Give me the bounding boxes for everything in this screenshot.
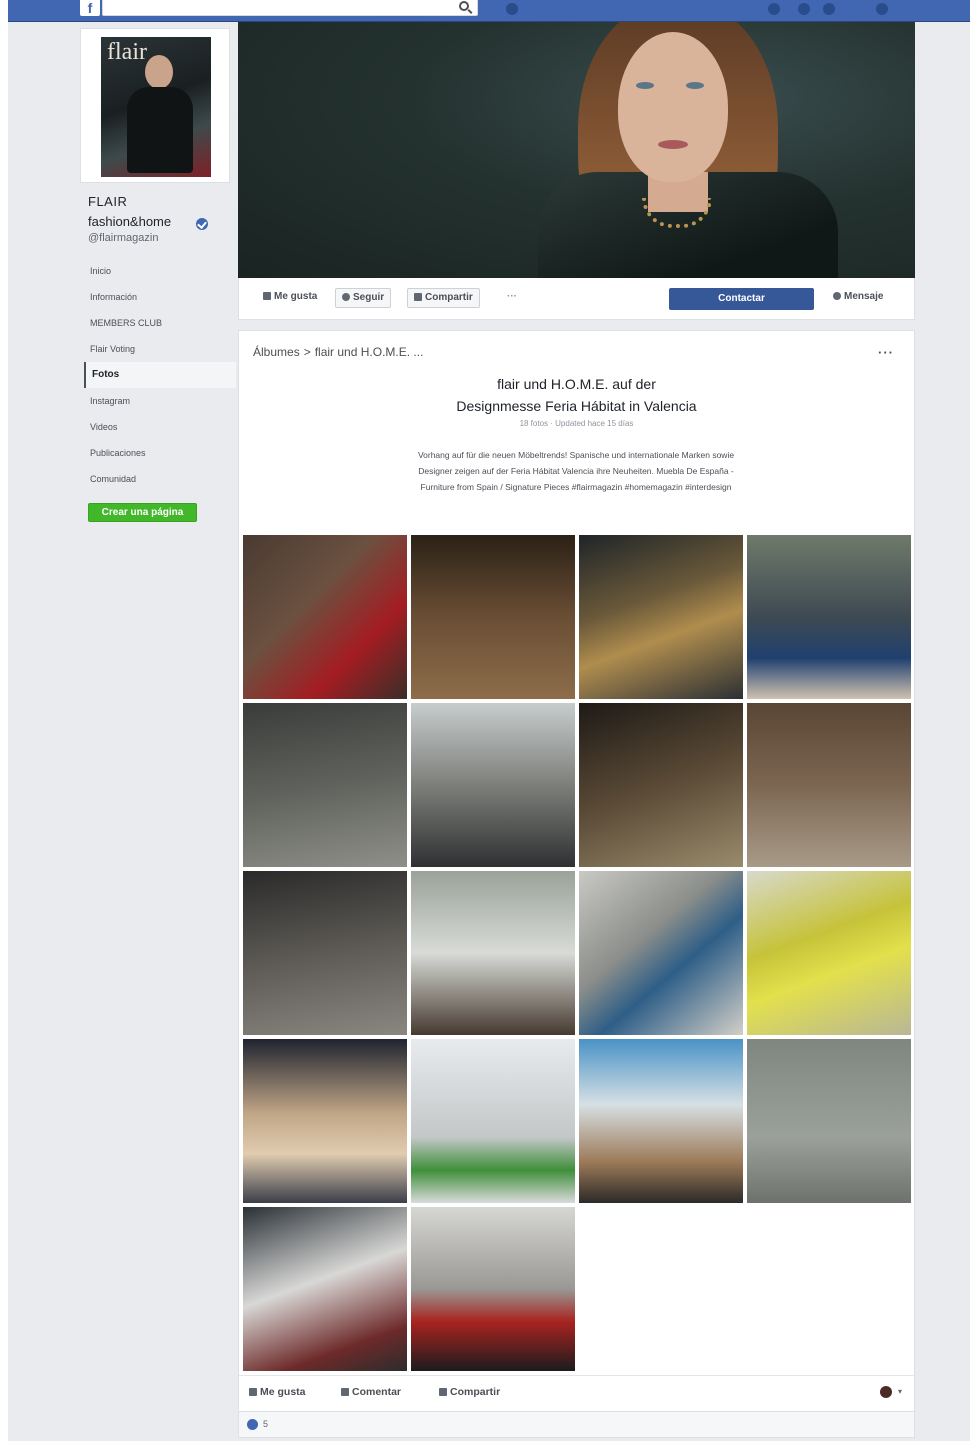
messages-icon[interactable] (798, 3, 810, 15)
album-title-line-1: flair und H.O.M.E. auf der (497, 376, 656, 392)
page-name-subtitle[interactable]: fashion&home (88, 215, 171, 229)
breadcrumb-albums-link[interactable]: Álbumes (253, 345, 300, 359)
album-description-line-1: Vorhang auf für die neuen Möbeltrends! S… (417, 450, 735, 460)
sidebar-item-instagram[interactable]: Instagram (84, 388, 236, 414)
photo-wicker-lamps[interactable] (243, 1039, 407, 1203)
photo-round-table[interactable] (411, 703, 575, 867)
footer-like-label: Me gusta (260, 1386, 306, 1398)
more-options-button[interactable]: ··· (501, 288, 523, 308)
search-icon[interactable] (459, 1, 469, 11)
photo-white-daybed[interactable] (411, 1039, 575, 1203)
reactions-bar: 5 (238, 1412, 915, 1438)
photo-grey-booth[interactable] (243, 703, 407, 867)
like-reaction-icon[interactable] (247, 1419, 258, 1430)
friends-icon[interactable] (768, 3, 780, 15)
magazine-cover-image: flair (101, 37, 211, 177)
page-handle[interactable]: @flairmagazin (88, 232, 158, 244)
photo-dark-showroom[interactable] (243, 871, 407, 1035)
search-box[interactable] (102, 0, 478, 17)
posting-as-avatar[interactable] (880, 1386, 892, 1398)
follow-label: Seguir (353, 292, 385, 303)
photo-blue-chairs[interactable] (747, 535, 911, 699)
footer-comment-label: Comentar (352, 1386, 402, 1398)
album-description-line-3: Furniture from Spain / Signature Pieces … (420, 482, 732, 492)
sidebar-item-comunidad[interactable]: Comunidad (84, 466, 236, 492)
comment-button[interactable]: Comentar (341, 1386, 401, 1398)
photo-yellow-fish[interactable] (747, 871, 911, 1035)
messenger-icon (833, 292, 841, 300)
facebook-page-window: f flair FLAIR fashion&home @flairmagazin… (8, 0, 970, 1441)
like-page-button[interactable]: Me gusta (257, 288, 323, 308)
page-name[interactable]: FLAIR (88, 195, 127, 209)
album-meta: 18 fotos · Updated hace 15 días (519, 419, 634, 428)
thumbs-up-icon (263, 292, 271, 300)
sidebar-item-members-club[interactable]: MEMBERS CLUB (84, 310, 236, 336)
photo-sofa-showroom[interactable] (411, 1207, 575, 1371)
album-title: flair und H.O.M.E. auf der Designmesse F… (239, 373, 914, 417)
photo-red-lounge[interactable] (243, 535, 407, 699)
like-album-button[interactable]: Me gusta (249, 1386, 306, 1398)
breadcrumb-current-album: flair und H.O.M.E. ... (314, 345, 424, 359)
photo-bathroom-vanity[interactable] (411, 871, 575, 1035)
magazine-title: flair (107, 39, 147, 65)
photo-light-strands[interactable] (579, 703, 743, 867)
sidebar-item-flair-voting[interactable]: Flair Voting (84, 336, 236, 362)
cover-photo[interactable] (238, 22, 915, 278)
album-options-button[interactable]: ··· (878, 345, 894, 360)
sidebar-item-publicaciones[interactable]: Publicaciones (84, 440, 236, 466)
photo-blue-panels[interactable] (579, 871, 743, 1035)
top-navigation-bar: f (8, 0, 970, 22)
verified-badge-icon (196, 218, 208, 230)
photo-pendant-lights[interactable] (411, 535, 575, 699)
sidebar-item-videos[interactable]: Videos (84, 414, 236, 440)
share-label: Compartir (425, 292, 473, 303)
sidebar-item-informacion[interactable]: Información (84, 284, 236, 310)
photo-capdell-booth[interactable] (243, 1207, 407, 1371)
breadcrumb: Álbumes > flair und H.O.M.E. ... (253, 345, 423, 359)
search-input[interactable] (103, 3, 443, 17)
album-title-line-2: Designmesse Feria Hábitat in Valencia (456, 398, 697, 414)
account-menu-icon[interactable] (876, 3, 888, 15)
contact-button[interactable]: Contactar (669, 288, 814, 310)
photo-white-pendants[interactable] (747, 703, 911, 867)
album-card: Álbumes > flair und H.O.M.E. ... ··· flair… (238, 330, 915, 1412)
message-label: Mensaje (844, 291, 884, 302)
album-description: Vorhang auf für die neuen Möbeltrends! S… (351, 447, 801, 495)
follow-button[interactable]: Seguir (335, 288, 392, 308)
profile-avatar-icon[interactable] (506, 3, 518, 15)
profile-picture[interactable]: flair (80, 28, 230, 183)
thumbs-up-icon (249, 1388, 257, 1396)
breadcrumb-separator: > (303, 345, 311, 359)
chevron-down-icon[interactable]: ▾ (898, 1387, 902, 1396)
photo-grey-wall-taps[interactable] (747, 1039, 911, 1203)
rss-icon (342, 293, 350, 301)
share-arrow-icon (414, 293, 422, 301)
album-footer: Me gusta Comentar Compartir ▾ (239, 1375, 914, 1411)
sidebar-item-inicio[interactable]: Inicio (84, 258, 236, 284)
share-page-button[interactable]: Compartir (407, 288, 480, 308)
page-navigation: Inicio Información MEMBERS CLUB Flair Vo… (84, 258, 236, 492)
page-action-bar: Me gusta Seguir Compartir ··· Contactar … (238, 278, 915, 320)
facebook-logo-icon[interactable]: f (80, 0, 100, 16)
create-page-button[interactable]: Crear una página (88, 503, 197, 522)
share-album-button[interactable]: Compartir (439, 1386, 500, 1398)
message-button[interactable]: Mensaje (827, 288, 889, 308)
album-description-line-2: Designer zeigen auf der Feria Hábitat Va… (418, 466, 734, 476)
reaction-count[interactable]: 5 (263, 1419, 268, 1429)
photo-beach-screen[interactable] (579, 1039, 743, 1203)
notifications-icon[interactable] (823, 3, 835, 15)
photo-grid (243, 535, 913, 1371)
like-label: Me gusta (274, 291, 318, 302)
comment-icon (341, 1388, 349, 1396)
share-arrow-icon (439, 1388, 447, 1396)
sidebar-item-fotos[interactable]: Fotos (84, 362, 236, 388)
photo-gold-installation[interactable] (579, 535, 743, 699)
footer-share-label: Compartir (450, 1386, 501, 1398)
